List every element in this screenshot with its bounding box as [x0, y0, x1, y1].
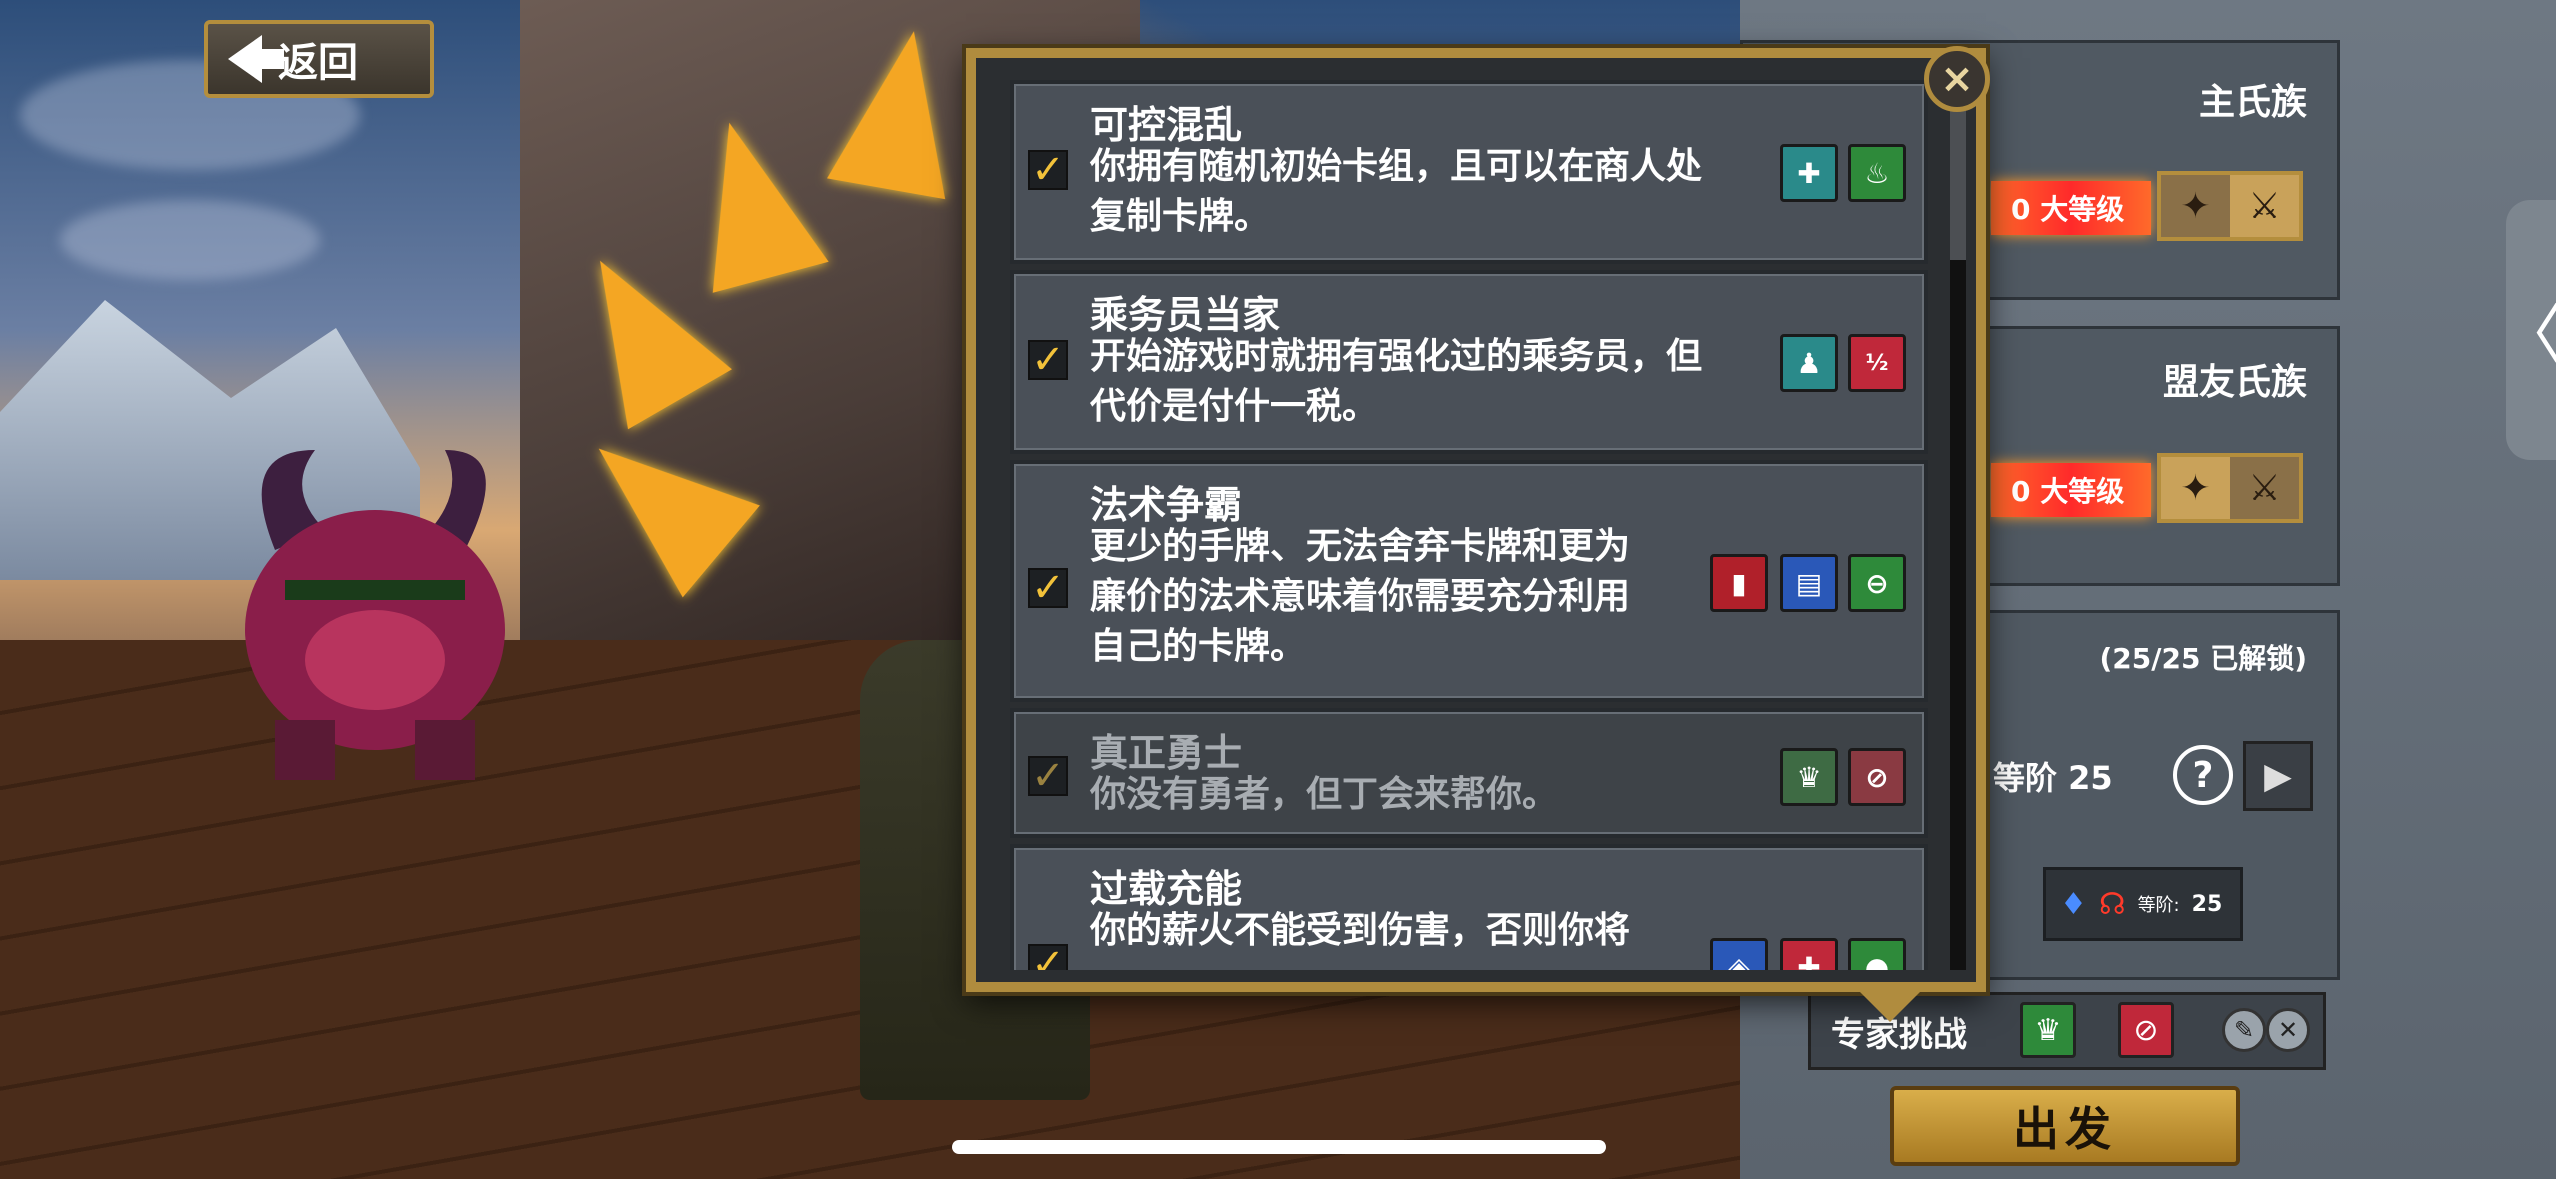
main-clan-level: 0 大等级	[1991, 181, 2151, 235]
blue-cards-icon: ▤	[1780, 554, 1838, 612]
cauldron-icon: ♨	[1848, 144, 1906, 202]
half-tax-icon: ½	[1848, 334, 1906, 392]
charge-icon: ●	[1848, 938, 1906, 970]
fire-spike	[560, 402, 760, 598]
covenant-tier: 等阶 25	[1993, 759, 2113, 797]
dragon-sigil-icon: ✦	[2161, 457, 2230, 519]
mutator-item-disabled[interactable]: ✓ 真正勇士 你没有勇者，但丁会来帮你。 ♛ ⊘	[1010, 708, 1928, 838]
main-clan-sigils[interactable]: ✦ ⚔	[2157, 171, 2303, 241]
scrollbar[interactable]	[1950, 110, 1966, 970]
difficulty-label: 等阶:	[2137, 895, 2180, 916]
no-champion-icon: ⊘	[1848, 748, 1906, 806]
mutator-desc: 你拥有随机初始卡组，且可以在商人处	[1090, 146, 1703, 187]
main-clan-title: 主氏族	[2198, 82, 2307, 123]
allied-clan-title: 盟友氏族	[2162, 362, 2307, 403]
allied-clan-sigils[interactable]: ✦ ⚔	[2157, 453, 2303, 523]
heal-icon: ✚	[1780, 938, 1838, 970]
checkbox[interactable]: ✓	[1028, 568, 1068, 608]
no-champion-icon: ⊘	[2118, 1002, 2174, 1058]
modal-pointer	[1854, 986, 1926, 1022]
next-tier-button[interactable]: ▶	[2243, 741, 2313, 811]
cloud	[60, 200, 320, 280]
home-indicator[interactable]	[952, 1140, 1606, 1154]
checkbox[interactable]: ✓	[1028, 340, 1068, 380]
edit-icon[interactable]: ✎	[2222, 1008, 2266, 1052]
side-panel-tab[interactable]: 〈	[2499, 200, 2556, 460]
mutator-title: 真正勇士	[1090, 731, 1243, 775]
dragon-sigil-icon: ✦	[2161, 175, 2230, 237]
difficulty-box: ♦ ☊ 等阶: 25	[2043, 867, 2243, 941]
mutator-desc: 开始游戏时就拥有强化过的乘务员，但	[1090, 336, 1703, 377]
pyre-flame-icon: ♦	[2060, 886, 2087, 922]
hat-icon: ♛	[1780, 748, 1838, 806]
demon-monster	[245, 450, 505, 780]
crew-upgrade-icon: ♟	[1780, 334, 1838, 392]
mutator-desc: 廉价的法术意味着你需要充分利用	[1090, 576, 1631, 617]
difficulty-value: 25	[2191, 891, 2223, 917]
clear-icon[interactable]: ✕	[2266, 1008, 2310, 1052]
mutator-desc: 代价是付什一税。	[1090, 386, 1379, 427]
mutator-desc: 自己的卡牌。	[1090, 626, 1307, 667]
allied-clan-level: 0 大等级	[1991, 463, 2151, 517]
checkbox[interactable]: ✓	[1028, 150, 1068, 190]
checkbox[interactable]: ✓	[1028, 756, 1068, 796]
mutator-desc: 更少的手牌、无法舍弃卡牌和更为	[1090, 526, 1631, 567]
no-discard-icon: ⊖	[1848, 554, 1906, 612]
go-button[interactable]: 出发	[1890, 1086, 2240, 1166]
shield-icon: ◈	[1710, 938, 1768, 970]
mutator-item[interactable]: ✓ 过载充能 你的薪火不能受到伤害，否则你将 ◈ ✚ ●	[1010, 844, 1928, 970]
mutator-desc: 你没有勇者，但丁会来帮你。	[1090, 774, 1559, 815]
mutator-title: 过载充能	[1090, 867, 1243, 911]
back-button-label: 返回	[278, 40, 358, 86]
card-plus-icon: ✚	[1780, 144, 1838, 202]
fire-spike	[671, 107, 829, 293]
scrollbar-thumb[interactable]	[1950, 110, 1966, 260]
mutator-title: 可控混乱	[1090, 103, 1243, 147]
mutator-title: 乘务员当家	[1090, 293, 1281, 337]
axe-sigil-icon: ⚔	[2230, 457, 2299, 519]
hat-icon: ♛	[2020, 1002, 2076, 1058]
checkbox[interactable]: ✓	[1028, 944, 1068, 970]
axe-sigil-icon: ⚔	[2230, 175, 2299, 237]
help-button[interactable]: ?	[2173, 745, 2233, 805]
mutator-desc: 复制卡牌。	[1090, 196, 1271, 237]
mutator-desc: 你的薪火不能受到伤害，否则你将	[1090, 910, 1631, 951]
mutator-title: 法术争霸	[1090, 483, 1243, 527]
back-button[interactable]: 返回	[204, 20, 434, 98]
covenant-unlocked: (25/25 已解锁)	[2099, 642, 2308, 675]
fire-spike	[827, 20, 973, 200]
red-card-icon: ▮	[1710, 554, 1768, 612]
mutator-item[interactable]: ✓ 法术争霸 更少的手牌、无法舍弃卡牌和更为 廉价的法术意味着你需要充分利用 自…	[1010, 460, 1928, 702]
mutator-item[interactable]: ✓ 乘务员当家 开始游戏时就拥有强化过的乘务员，但 代价是付什一税。 ♟ ½	[1010, 270, 1928, 454]
horn-icon: ☊	[2098, 886, 2126, 922]
close-button[interactable]: ×	[1924, 46, 1990, 112]
back-arrow-icon	[228, 35, 284, 83]
mutator-item[interactable]: ✓ 可控混乱 你拥有随机初始卡组，且可以在商人处 复制卡牌。 ✚ ♨	[1010, 80, 1928, 264]
mutator-list[interactable]: ✓ 可控混乱 你拥有随机初始卡组，且可以在商人处 复制卡牌。 ✚ ♨ ✓ 乘务员…	[1010, 80, 1928, 970]
